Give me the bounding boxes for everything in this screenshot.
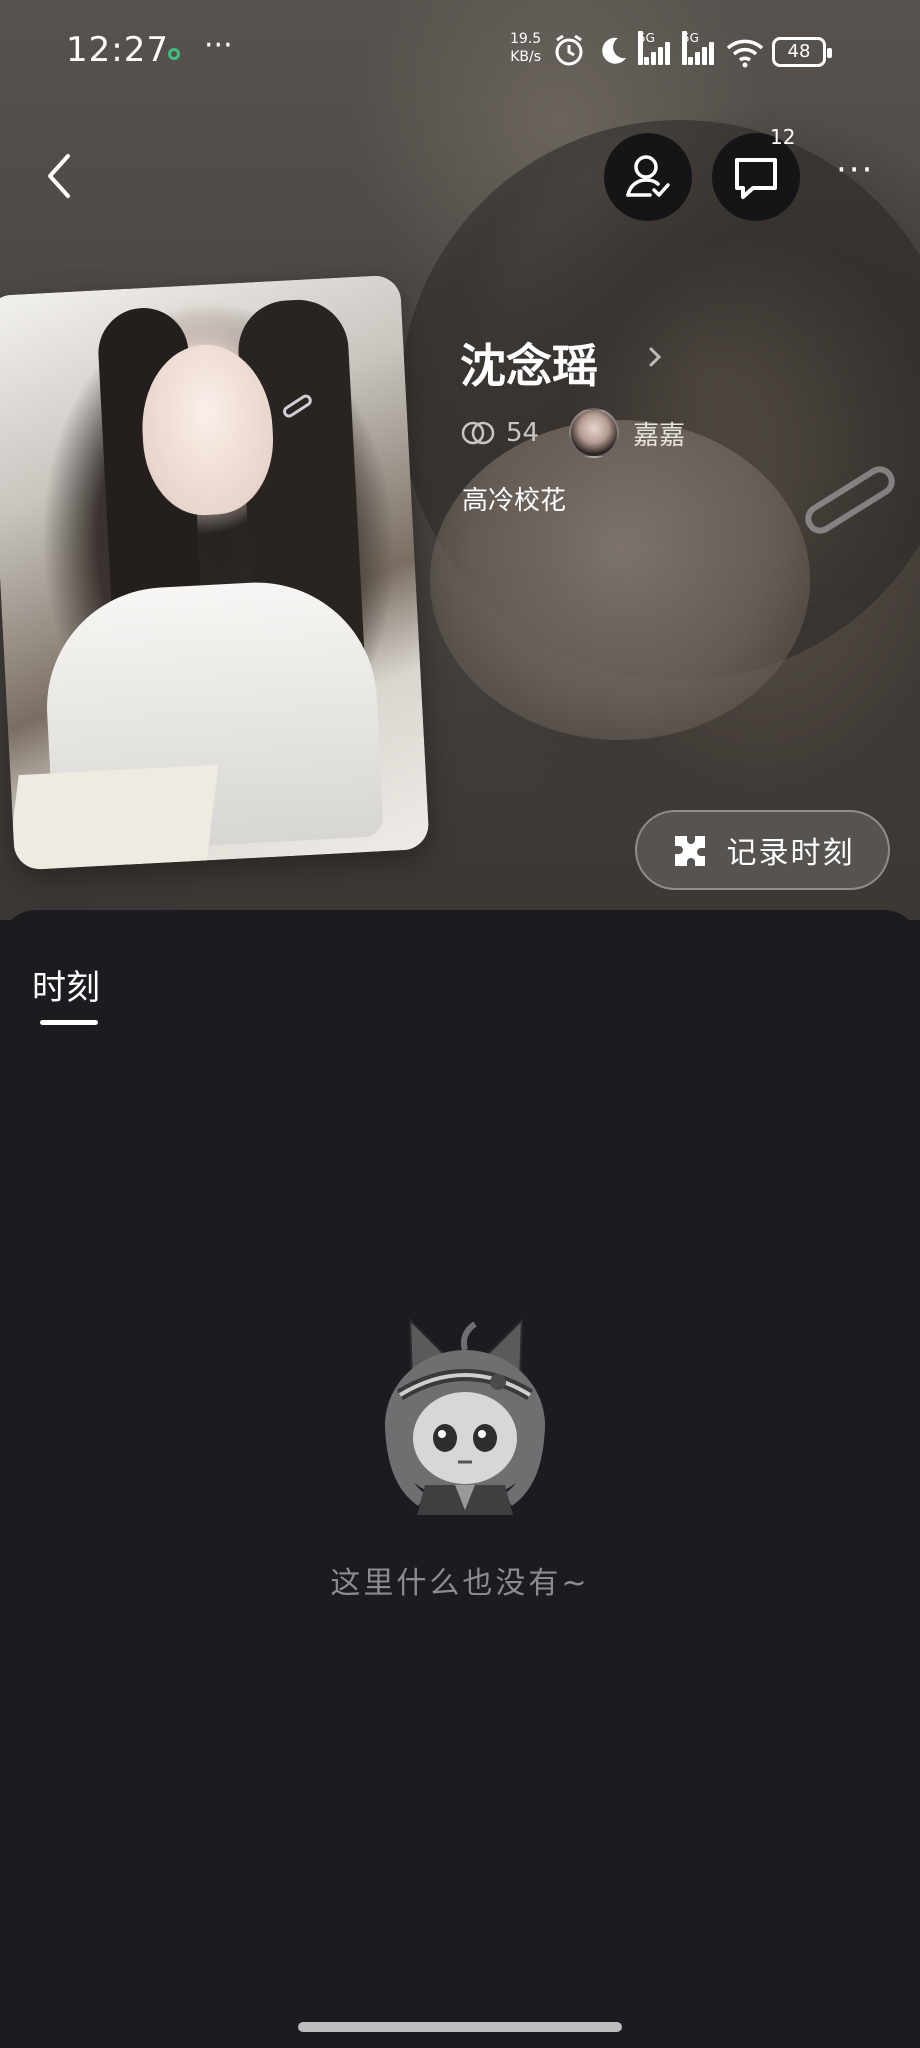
signal-sim2-icon: 5G	[682, 31, 716, 65]
moon-icon	[596, 34, 628, 70]
puzzle-icon	[674, 836, 705, 866]
profile-stats: 54 嘉嘉	[460, 408, 685, 458]
rings-count: 54	[506, 418, 540, 448]
home-indicator[interactable]	[298, 2022, 622, 2032]
more-options-button[interactable]: ···	[836, 153, 874, 187]
user-check-icon	[626, 155, 670, 197]
partner-name[interactable]: 嘉嘉	[633, 415, 685, 452]
record-moment-button[interactable]: 记录时刻	[635, 810, 890, 890]
partner-avatar[interactable]	[569, 408, 620, 458]
battery-icon: 48	[772, 37, 832, 67]
chevron-right-icon[interactable]	[648, 345, 662, 369]
empty-state-message: 这里什么也没有~	[330, 1566, 590, 1601]
rings-icon	[461, 421, 495, 445]
network-speed: 19.5 KB/s	[510, 31, 542, 65]
signal-sim1-icon: 5G	[638, 31, 672, 65]
notification-dot-icon	[168, 48, 180, 60]
moments-panel: 时刻 这里什么也没有~	[0, 910, 920, 2048]
tab-moments[interactable]: 时刻	[32, 960, 100, 1009]
chat-bubble-icon	[735, 158, 777, 199]
profile-tag: 高冷校花	[462, 486, 567, 516]
profile-name[interactable]: 沈念瑶	[460, 330, 598, 396]
status-bar: 12:27 ··· 19.5 KB/s 5G 5G 48	[0, 0, 920, 100]
chevron-left-icon	[48, 154, 70, 198]
character-portrait[interactable]	[0, 274, 430, 871]
status-time: 12:27	[66, 30, 169, 70]
friend-status-button[interactable]	[604, 133, 692, 221]
status-more-icon: ···	[204, 28, 233, 63]
empty-state-illustration	[385, 1317, 545, 1515]
back-button[interactable]	[40, 150, 80, 202]
chat-badge: 12	[770, 125, 796, 149]
tab-active-indicator	[40, 1020, 98, 1025]
record-moment-label: 记录时刻	[726, 836, 855, 871]
wifi-icon	[726, 38, 764, 68]
alarm-icon	[552, 33, 586, 71]
